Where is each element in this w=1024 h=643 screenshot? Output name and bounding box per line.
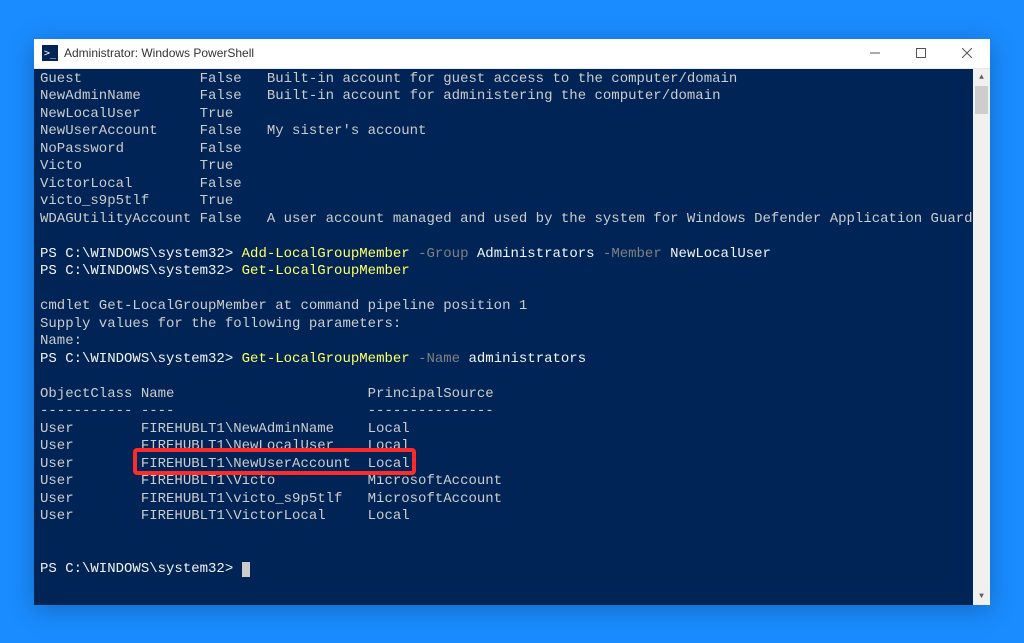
table-row: User FIREHUBLT1\NewUserAccount Local <box>40 456 967 474</box>
window-title: Administrator: Windows PowerShell <box>64 46 254 60</box>
console-output[interactable]: Guest False Built-in account for guest a… <box>34 69 973 605</box>
scroll-track[interactable] <box>973 86 990 588</box>
close-button[interactable] <box>944 38 990 68</box>
table-row: User FIREHUBLT1\NewAdminName Local <box>40 421 967 439</box>
titlebar[interactable]: >_ Administrator: Windows PowerShell <box>34 39 990 69</box>
prompt-line: PS C:\WINDOWS\system32> Add-LocalGroupMe… <box>40 246 967 264</box>
account-row: Victo True <box>40 158 967 176</box>
table-row: User FIREHUBLT1\VictorLocal Local <box>40 508 967 526</box>
minimize-button[interactable] <box>852 38 898 68</box>
account-row: NewAdminName False Built-in account for … <box>40 88 967 106</box>
account-row: NewLocalUser True <box>40 106 967 124</box>
prompt-line: PS C:\WINDOWS\system32> Get-LocalGroupMe… <box>40 263 967 281</box>
account-row: NoPassword False <box>40 141 967 159</box>
console-area: Guest False Built-in account for guest a… <box>34 69 990 605</box>
app-icon: >_ <box>42 45 58 61</box>
account-row: WDAGUtilityAccount False A user account … <box>40 211 967 229</box>
prompt-line[interactable]: PS C:\WINDOWS\system32> <box>40 561 967 579</box>
table-row: User FIREHUBLT1\victo_s9p5tlf MicrosoftA… <box>40 491 967 509</box>
scroll-up-button[interactable]: ▲ <box>973 69 990 86</box>
account-row: Guest False Built-in account for guest a… <box>40 71 967 89</box>
account-row: victo_s9p5tlf True <box>40 193 967 211</box>
account-row: VictorLocal False <box>40 176 967 194</box>
cursor <box>242 562 250 577</box>
prompt-line: PS C:\WINDOWS\system32> Get-LocalGroupMe… <box>40 351 967 369</box>
account-row: NewUserAccount False My sister's account <box>40 123 967 141</box>
vertical-scrollbar[interactable]: ▲ ▼ <box>973 69 990 605</box>
table-header: ObjectClass Name PrincipalSource <box>40 386 967 404</box>
table-row: User FIREHUBLT1\Victo MicrosoftAccount <box>40 473 967 491</box>
scroll-thumb[interactable] <box>975 86 988 114</box>
maximize-button[interactable] <box>898 38 944 68</box>
table-row: User FIREHUBLT1\NewLocalUser Local <box>40 438 967 456</box>
powershell-window: >_ Administrator: Windows PowerShell Gue… <box>34 39 990 605</box>
scroll-down-button[interactable]: ▼ <box>973 588 990 605</box>
